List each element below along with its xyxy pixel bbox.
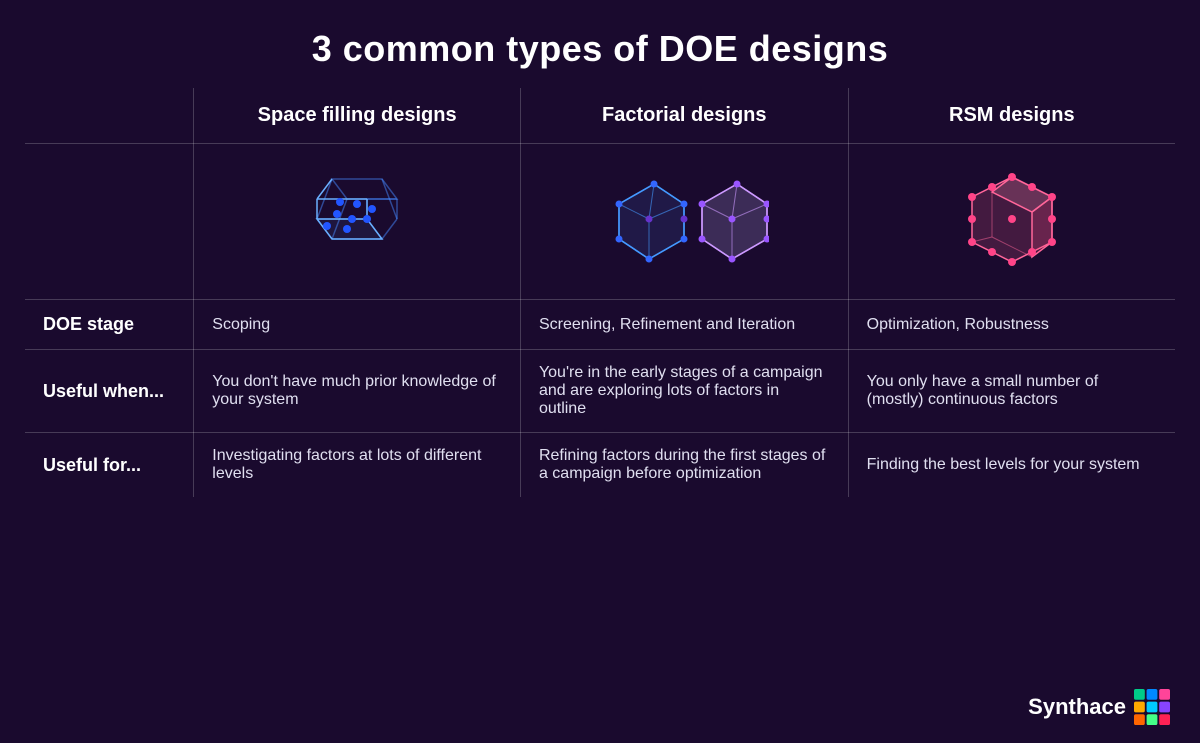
useful-when-rsm: You only have a small number of (mostly)… [848,350,1175,433]
useful-for-space-filling: Investigating factors at lots of differe… [194,433,521,498]
comparison-table: Space filling designs Factorial designs … [25,88,1175,497]
doe-stage-rsm: Optimization, Robustness [848,300,1175,350]
useful-for-label: Useful for... [25,433,194,498]
space-filling-icon-cell [194,144,521,300]
useful-for-rsm: Finding the best levels for your system [848,433,1175,498]
page-title: 3 common types of DOE designs [312,0,889,88]
useful-when-factorial: You're in the early stages of a campaign… [520,350,848,433]
doe-stage-factorial: Screening, Refinement and Iteration [520,300,848,350]
useful-when-label: Useful when... [25,350,194,433]
empty-header [25,88,194,144]
brand-name: Synthace [1028,694,1126,720]
factorial-icon-cell [520,144,848,300]
useful-for-factorial: Refining factors during the first stages… [520,433,848,498]
col-header-factorial: Factorial designs [520,88,848,144]
doe-stage-label: DOE stage [25,300,194,350]
rsm-icon-cell [848,144,1175,300]
col-header-space-filling: Space filling designs [194,88,521,144]
col-header-rsm: RSM designs [848,88,1175,144]
synthace-logo-icon [1134,689,1170,725]
useful-when-space-filling: You don't have much prior knowledge of y… [194,350,521,433]
brand-footer: Synthace [1028,689,1170,725]
doe-stage-space-filling: Scoping [194,300,521,350]
icon-row-label [25,144,194,300]
